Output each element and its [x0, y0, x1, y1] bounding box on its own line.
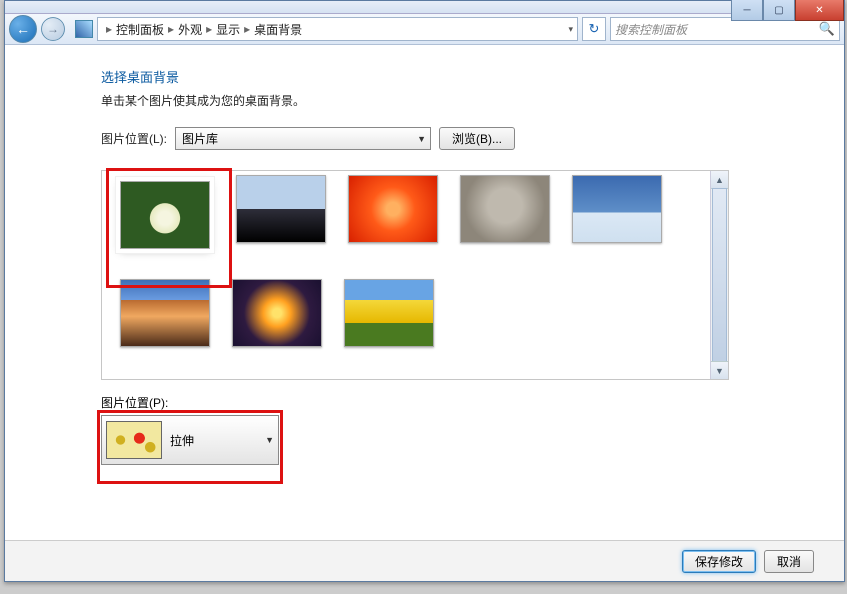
crumb-1[interactable]: 外观	[178, 21, 202, 38]
page-description: 单击某个图片使其成为您的桌面背景。	[101, 92, 729, 109]
window-controls: ─ ▢ ✕	[731, 0, 844, 21]
thumbnail-2[interactable]	[348, 175, 438, 243]
search-placeholder: 搜索控制面板	[615, 21, 687, 38]
chevron-down-icon: ▼	[265, 435, 274, 445]
thumbnail-7[interactable]	[344, 279, 434, 347]
fit-combo[interactable]: 拉伸 ▼	[101, 415, 279, 465]
navbar: ← → ▸ 控制面板 ▸ 外观 ▸ 显示 ▸ 桌面背景 ▾ ↻ 搜索控制面板 🔍	[5, 14, 844, 45]
close-button[interactable]: ✕	[795, 0, 844, 21]
fit-label: 图片位置(P):	[101, 394, 729, 411]
crumb-2[interactable]: 显示	[216, 21, 240, 38]
save-button[interactable]: 保存修改	[682, 550, 756, 573]
thumbnail-0[interactable]	[120, 181, 210, 249]
titlebar	[5, 1, 844, 14]
fit-preview-icon	[106, 421, 162, 459]
thumbnail-3[interactable]	[460, 175, 550, 243]
scroll-handle[interactable]	[712, 188, 727, 362]
cancel-button[interactable]: 取消	[764, 550, 814, 573]
crumb-3[interactable]: 桌面背景	[254, 21, 302, 38]
scroll-up-icon[interactable]: ▲	[711, 171, 728, 189]
thumbnail-panel: ▲ ▼	[101, 170, 729, 380]
crumb-0[interactable]: 控制面板	[116, 21, 164, 38]
dialog-window: ─ ▢ ✕ ← → ▸ 控制面板 ▸ 外观 ▸ 显示 ▸ 桌面背景 ▾ ↻ 搜索…	[4, 0, 845, 582]
breadcrumb[interactable]: ▸ 控制面板 ▸ 外观 ▸ 显示 ▸ 桌面背景 ▾	[97, 17, 578, 41]
search-icon: 🔍	[819, 21, 835, 37]
maximize-button[interactable]: ▢	[763, 0, 795, 21]
thumbnail-1[interactable]	[236, 175, 326, 243]
address-icon	[75, 20, 93, 38]
thumbnail-6[interactable]	[232, 279, 322, 347]
chevron-down-icon: ▼	[417, 134, 426, 144]
location-row: 图片位置(L): 图片库 ▼ 浏览(B)...	[101, 127, 729, 150]
scrollbar[interactable]: ▲ ▼	[710, 171, 728, 379]
browse-button[interactable]: 浏览(B)...	[439, 127, 515, 150]
location-combo[interactable]: 图片库 ▼	[175, 127, 431, 150]
content-area: 选择桌面背景 单击某个图片使其成为您的桌面背景。 图片位置(L): 图片库 ▼ …	[5, 45, 844, 581]
forward-button[interactable]: →	[41, 17, 65, 41]
thumbnail-5[interactable]	[120, 279, 210, 347]
scroll-down-icon[interactable]: ▼	[711, 361, 728, 379]
footer: 保存修改 取消	[5, 540, 844, 581]
fit-value: 拉伸	[170, 432, 194, 449]
refresh-button[interactable]: ↻	[582, 17, 606, 41]
minimize-button[interactable]: ─	[731, 0, 763, 21]
thumbnail-4[interactable]	[572, 175, 662, 243]
back-button[interactable]: ←	[9, 15, 37, 43]
location-value: 图片库	[182, 130, 218, 147]
location-label: 图片位置(L):	[101, 130, 167, 147]
page-title: 选择桌面背景	[101, 67, 729, 86]
